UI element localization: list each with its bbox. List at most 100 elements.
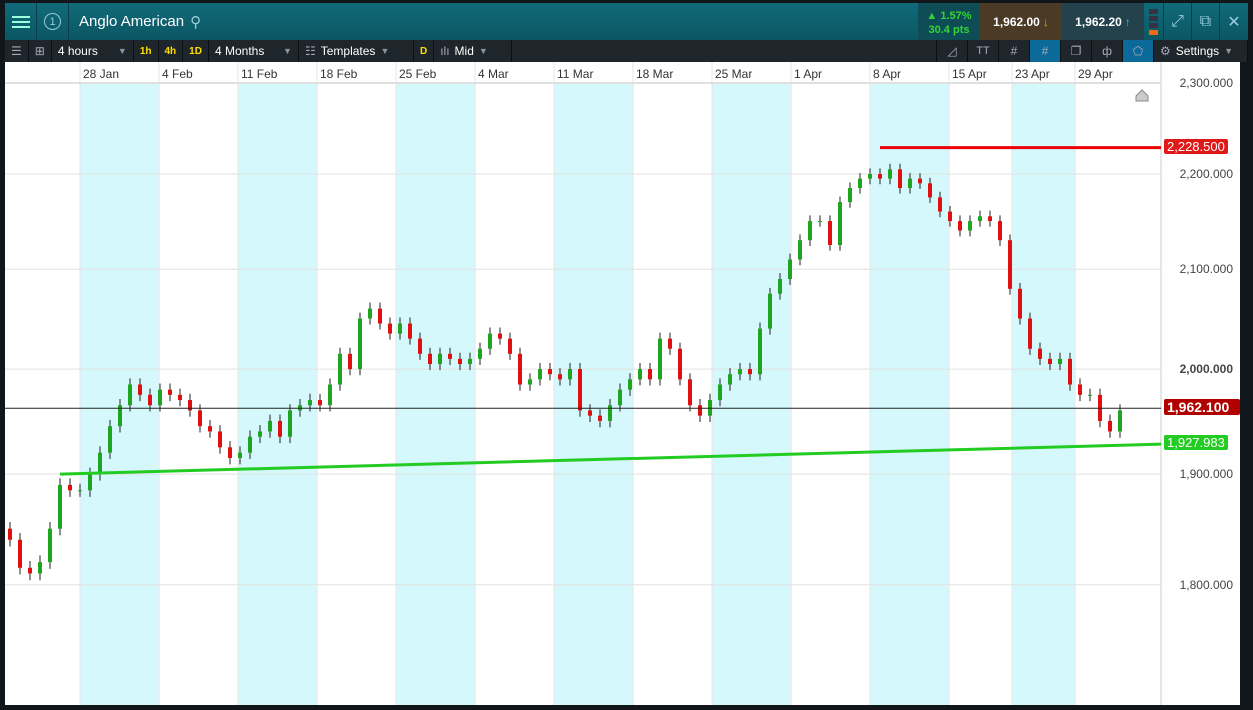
week-shade (712, 84, 791, 705)
candle-up (618, 389, 622, 406)
d-button[interactable]: D (414, 40, 435, 62)
candle-up (568, 369, 572, 380)
candle-down (218, 431, 222, 448)
candle-up (778, 278, 782, 294)
candle-down (828, 221, 832, 245)
candle-up (338, 353, 342, 385)
candle-down (348, 353, 352, 370)
chevron-down-icon: ▼ (478, 46, 488, 56)
candle-up (868, 173, 872, 179)
candle-down (458, 358, 462, 364)
candle-down (1048, 358, 1052, 364)
candle-down (678, 348, 682, 380)
candle-up (478, 348, 482, 359)
candle-up (858, 178, 862, 188)
menu-icon[interactable] (5, 3, 37, 40)
instrument-header: 1 Anglo American ⚲ ▲ 1.57% 30.4 pts 1,962.… (5, 3, 1248, 40)
candle-up (308, 400, 312, 406)
candle-down (498, 333, 502, 339)
sell-button[interactable]: 1,962.00 ↓ (980, 3, 1062, 40)
settings-button[interactable]: ⚙ Settings ▼ (1153, 40, 1248, 62)
range-select[interactable]: 4 Months ▼ (209, 40, 299, 62)
date-tick: 29 Apr (1078, 67, 1113, 81)
price-tick: 2,100.000 (1179, 262, 1233, 277)
chart-canvas[interactable] (5, 62, 1245, 705)
candle-down (428, 353, 432, 364)
quick-1h[interactable]: 1h (134, 40, 159, 62)
candle-down (598, 415, 602, 421)
list-icon[interactable]: ☰ (5, 40, 29, 62)
close-icon[interactable]: ✕ (1220, 3, 1248, 40)
date-tick: 1 Apr (794, 67, 823, 81)
text-icon[interactable]: TT (967, 40, 998, 62)
candle-down (418, 338, 422, 354)
candles-icon: ılı (440, 44, 450, 58)
candle-up (1118, 410, 1122, 432)
date-tick: 23 Apr (1015, 67, 1050, 81)
candle-down (558, 374, 562, 380)
chevron-down-icon: ▼ (117, 46, 127, 56)
candle-up (628, 379, 632, 390)
settings-label: Settings (1175, 44, 1220, 58)
price-type-select[interactable]: ılı Mid ▼ (434, 40, 513, 62)
price-chart[interactable]: 28 Jan 4 Feb 11 Feb 18 Feb 25 Feb 4 Mar 11 Mar… (5, 62, 1245, 705)
candle-down (748, 369, 752, 375)
candle-down (1068, 358, 1072, 385)
candle-up (968, 221, 972, 231)
draw-line-icon[interactable]: ◿ (936, 40, 967, 62)
candle-up (838, 202, 842, 245)
candle-down (668, 338, 672, 349)
buy-button[interactable]: 1,962.20 ↑ (1062, 3, 1144, 40)
tag-icon[interactable]: ⬠ (1122, 40, 1153, 62)
templates-select[interactable]: ☷ Templates ▼ (299, 40, 414, 62)
candle-down (688, 379, 692, 406)
date-tick: 25 Mar (715, 67, 753, 81)
layout-icon[interactable]: ⊞ (29, 40, 52, 62)
date-tick: 4 Mar (478, 67, 509, 81)
chevron-down-icon: ▼ (380, 46, 390, 56)
search-icon[interactable]: ⚲ (190, 13, 201, 31)
candle-up (608, 405, 612, 421)
candle-up (978, 216, 982, 222)
candle-down (388, 323, 392, 334)
instrument-title[interactable]: Anglo American ⚲ (69, 3, 918, 40)
candle-up (248, 436, 252, 453)
date-axis: 28 Jan 4 Feb 11 Feb 18 Feb 25 Feb 4 Mar 11 Mar… (5, 62, 1161, 84)
candle-down (1108, 420, 1112, 432)
quick-4h[interactable]: 4h (159, 40, 184, 62)
grid-icon[interactable]: # (998, 40, 1029, 62)
candle-up (108, 426, 112, 453)
frame-edge (1240, 62, 1245, 705)
change-points: 30.4 pts (928, 24, 970, 36)
candle-down (18, 539, 22, 568)
date-tick: 4 Feb (162, 67, 193, 81)
popout-icon[interactable]: ⧉ (1192, 3, 1220, 40)
candle-down (938, 197, 942, 212)
date-tick: 25 Feb (399, 67, 437, 81)
sliders-icon: ☷ (304, 44, 316, 58)
candle-up (98, 452, 102, 475)
date-tick: 18 Feb (320, 67, 358, 81)
interval-select[interactable]: 4 hours ▼ (52, 40, 134, 62)
expand-icon[interactable]: ⤢ (1164, 3, 1192, 40)
week-shade (238, 84, 317, 705)
candle-up (728, 374, 732, 385)
layers-icon[interactable]: ❐ (1060, 40, 1091, 62)
candle-up (398, 323, 402, 334)
crosshair-draw-icon[interactable]: # (1029, 40, 1060, 62)
candle-up (288, 410, 292, 437)
arrow-up-icon: ↑ (1124, 14, 1131, 29)
candle-up (488, 333, 492, 349)
candle-up (58, 484, 62, 529)
quick-1d[interactable]: 1D (183, 40, 209, 62)
window-number-badge[interactable]: 1 (37, 3, 69, 40)
candle-indicator-icon[interactable]: ф (1091, 40, 1122, 62)
candle-up (718, 384, 722, 401)
badge-label: 1 (44, 13, 61, 30)
candle-down (138, 384, 142, 395)
candle-down (548, 369, 552, 375)
price-tick: 2,000.000 (1179, 362, 1233, 377)
candle-down (168, 389, 172, 395)
arrow-down-icon: ↓ (1042, 14, 1049, 29)
candle-up (238, 452, 242, 458)
